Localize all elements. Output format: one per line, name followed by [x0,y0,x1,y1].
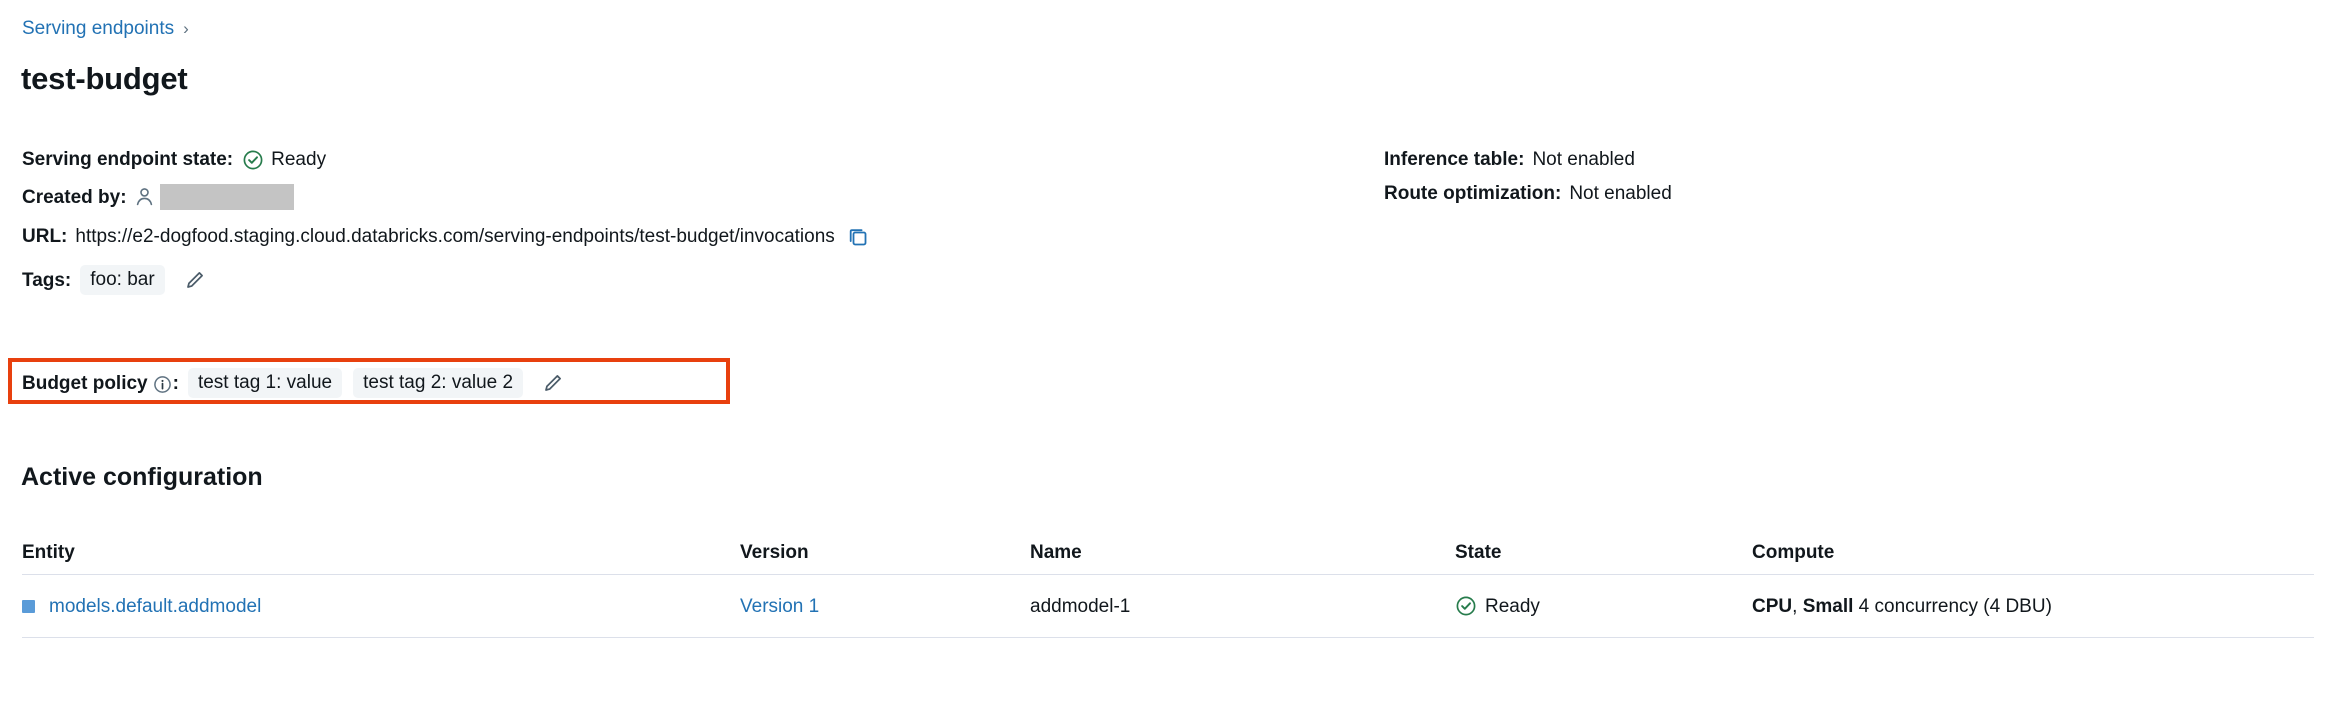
endpoint-details: Serving endpoint state: Ready Created by… [22,147,2312,295]
budget-policy-chips: test tag 1: value test tag 2: value 2 [188,368,523,398]
active-configuration-heading: Active configuration [21,461,263,493]
inference-table-value: Not enabled [1532,147,1634,172]
budget-policy-chip: test tag 1: value [188,368,342,398]
check-circle-icon [1455,595,1477,617]
cell-compute: CPU, Small 4 concurrency (4 DBU) [1752,594,2314,619]
compute-separator: , [1792,596,1803,617]
tag-chip: foo: bar [80,265,164,295]
chevron-right-icon: › [183,16,189,42]
column-header-name: Name [1030,540,1455,565]
serving-endpoint-state-row: Serving endpoint state: Ready [22,147,2312,172]
serving-endpoint-state-label: Serving endpoint state: [22,147,233,172]
copy-icon[interactable] [847,226,869,248]
compute-type: CPU [1752,596,1792,617]
created-by-row: Created by: [22,184,2312,210]
check-circle-icon [242,149,264,171]
breadcrumb-link-serving-endpoints[interactable]: Serving endpoints [22,16,174,42]
budget-policy-row: Budget policy : test tag 1: value test t… [22,368,565,398]
column-header-compute: Compute [1752,540,2314,565]
serving-endpoint-state-value: Ready [271,147,326,172]
table-row: models.default.addmodel Version 1 addmod… [22,575,2314,638]
entity-link[interactable]: models.default.addmodel [49,594,261,619]
cell-state: Ready [1455,594,1752,619]
active-configuration-table: Entity Version Name State Compute models… [22,530,2314,638]
route-optimization-label: Route optimization: [1384,181,1561,206]
breadcrumb: Serving endpoints › [22,16,189,42]
version-link[interactable]: Version 1 [740,596,819,617]
budget-policy-label: Budget policy [22,371,148,396]
person-icon [134,186,155,208]
info-icon[interactable] [153,375,172,394]
compute-size: Small [1803,596,1854,617]
inference-table-row: Inference table: Not enabled [1384,147,1672,172]
tags-label: Tags: [22,268,71,293]
cell-entity: models.default.addmodel [22,594,740,619]
serving-endpoint-detail-page: Serving endpoints › test-budget Serving … [0,0,2336,708]
inference-table-label: Inference table: [1384,147,1524,172]
url-label: URL: [22,224,67,249]
edit-tags-pencil-icon[interactable] [183,268,207,292]
route-optimization-row: Route optimization: Not enabled [1384,181,1672,206]
budget-policy-colon: : [173,371,179,396]
created-by-label: Created by: [22,185,127,210]
state-value: Ready [1485,594,1540,619]
edit-budget-policy-pencil-icon[interactable] [541,371,565,395]
table-header-row: Entity Version Name State Compute [22,530,2314,575]
cell-version: Version 1 [740,594,1030,619]
cell-name: addmodel-1 [1030,594,1455,619]
tags-row: Tags: foo: bar [22,265,2312,295]
endpoint-details-right: Inference table: Not enabled Route optim… [1384,147,1672,206]
compute-detail: 4 concurrency (4 DBU) [1859,596,2052,617]
created-by-value-redacted [160,184,294,210]
column-header-state: State [1455,540,1752,565]
route-optimization-value: Not enabled [1569,181,1671,206]
column-header-entity: Entity [22,540,740,565]
page-title: test-budget [21,60,188,98]
column-header-version: Version [740,540,1030,565]
model-square-icon [22,600,35,613]
budget-policy-chip: test tag 2: value 2 [353,368,523,398]
url-value: https://e2-dogfood.staging.cloud.databri… [75,224,834,249]
url-row: URL: https://e2-dogfood.staging.cloud.da… [22,224,2312,249]
